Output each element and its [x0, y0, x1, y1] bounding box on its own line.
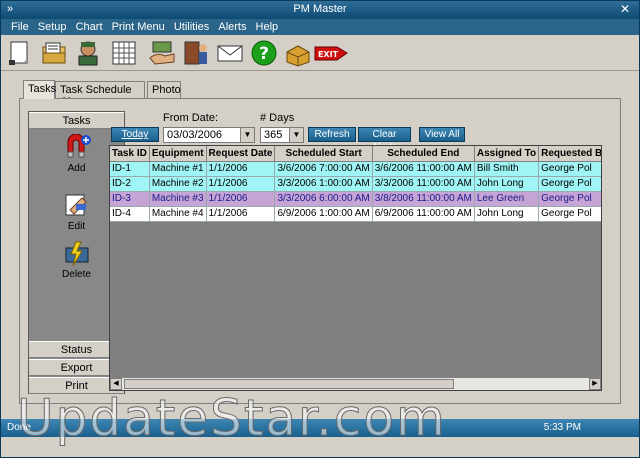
table-cell: ID-3 [110, 191, 150, 207]
column-header[interactable]: Scheduled End [372, 146, 475, 162]
table-cell: ID-1 [110, 161, 150, 177]
delete-lightning-icon [65, 241, 88, 267]
table-cell: Machine #2 [149, 176, 207, 192]
table-cell: Lee Green [474, 191, 540, 207]
status-time: 5:33 PM [543, 422, 581, 433]
window-title: PM Master [293, 3, 347, 15]
table-cell: 3/6/2006 7:00:00 AM [274, 161, 373, 177]
days-select[interactable]: 365 ▼ [260, 127, 304, 143]
nav-header-tasks[interactable]: Tasks [29, 112, 124, 129]
menu-file[interactable]: File [11, 19, 29, 35]
table-cell: 3/8/2006 11:00:00 AM [372, 191, 475, 207]
close-icon[interactable]: ✕ [617, 2, 633, 17]
table-cell: George Pol [538, 161, 601, 177]
watermark: UpdateStar.com [17, 389, 447, 448]
table-row[interactable]: ID-4 Machine #4 1/1/2006 6/9/2006 1:00:00 A… [110, 206, 601, 222]
envelope-icon[interactable] [215, 38, 245, 68]
toolbox-icon[interactable] [283, 38, 313, 68]
view-all-button[interactable]: View All [419, 127, 465, 142]
scroll-thumb[interactable] [124, 379, 454, 389]
calendar-grid-icon[interactable] [109, 38, 139, 68]
today-button[interactable]: Today [111, 127, 159, 142]
menu-chart[interactable]: Chart [76, 19, 103, 35]
new-document-icon[interactable] [5, 38, 35, 68]
tasks-table: Task ID Equipment Request Date Scheduled St… [110, 146, 601, 222]
from-date-input[interactable]: 03/03/2006 ▼ [163, 127, 255, 143]
days-value: 365 [264, 129, 283, 141]
menu-help[interactable]: Help [256, 19, 279, 35]
tab-tasks[interactable]: Tasks [23, 80, 56, 99]
column-header[interactable]: Request Date [206, 146, 276, 162]
exit-icon[interactable]: EXIT [313, 38, 349, 68]
chevron-down-icon[interactable]: ▼ [289, 128, 303, 142]
table-cell: 3/3/2006 1:00:00 AM [274, 176, 373, 192]
table-cell: 3/3/2006 11:00:00 AM [372, 176, 475, 192]
column-header[interactable]: Assigned To [474, 146, 540, 162]
table-header-row: Task ID Equipment Request Date Scheduled St… [110, 146, 601, 162]
column-header[interactable]: Requested By [538, 146, 601, 162]
table-row[interactable]: ID-3 Machine #3 1/1/2006 3/3/2006 6:00:00 A… [110, 191, 601, 207]
menu-bar: File Setup Chart Print Menu Utilities Al… [1, 19, 639, 35]
menu-utilities[interactable]: Utilities [174, 19, 209, 35]
table-cell: 6/9/2006 11:00:00 AM [372, 206, 475, 222]
clear-alerts-button[interactable]: Clear Alerts [358, 127, 411, 153]
table-cell: Machine #4 [149, 206, 207, 222]
help-icon[interactable]: ? [249, 38, 279, 68]
table-cell: 1/1/2006 [206, 161, 276, 177]
table-cell: John Long [474, 176, 540, 192]
open-folder-icon[interactable] [39, 38, 69, 68]
table-row[interactable]: ID-2 Machine #2 1/1/2006 3/3/2006 1:00:00 A… [110, 176, 601, 192]
table-cell: John Long [474, 206, 540, 222]
scroll-right-icon[interactable]: ▶ [589, 378, 601, 390]
days-label: # Days [260, 112, 295, 124]
tasks-grid: Task ID Equipment Request Date Scheduled St… [109, 145, 602, 391]
chevron-down-icon[interactable]: ▼ [240, 128, 254, 142]
table-cell: George Pol [538, 176, 601, 192]
menu-setup[interactable]: Setup [38, 19, 67, 35]
tab-photo[interactable]: Photo [147, 81, 181, 99]
svg-text:?: ? [259, 44, 269, 64]
table-cell: Machine #3 [149, 191, 207, 207]
table-row[interactable]: ID-1 Machine #1 1/1/2006 3/6/2006 7:00:00 A… [110, 161, 601, 177]
exit-label: EXIT [318, 50, 339, 59]
column-header[interactable]: Equipment [149, 146, 207, 162]
menu-alerts[interactable]: Alerts [218, 19, 246, 35]
table-cell: ID-2 [110, 176, 150, 192]
menu-print[interactable]: Print Menu [112, 19, 165, 35]
title-bar: » PM Master ✕ [1, 1, 639, 19]
add-magnet-icon [67, 134, 91, 158]
table-cell: Bill Smith [474, 161, 540, 177]
from-date-value: 03/03/2006 [167, 129, 223, 141]
toolbar: ? EXIT [1, 35, 639, 71]
table-cell: 1/1/2006 [206, 206, 276, 222]
column-header[interactable]: Scheduled Start [274, 146, 373, 162]
refresh-button[interactable]: Refresh [308, 127, 356, 142]
table-cell: George Pol [538, 191, 601, 207]
table-cell: 3/6/2006 11:00:00 AM [372, 161, 475, 177]
column-header[interactable]: Task ID [110, 146, 150, 162]
table-cell: 3/3/2006 6:00:00 AM [274, 191, 373, 207]
table-cell: Machine #1 [149, 161, 207, 177]
hand-money-icon[interactable] [147, 38, 177, 68]
table-cell: ID-4 [110, 206, 150, 222]
app-window: » PM Master ✕ File Setup Chart Print Men… [0, 0, 640, 458]
door-person-icon[interactable] [181, 38, 211, 68]
table-cell: 6/9/2006 1:00:00 AM [274, 206, 373, 222]
mechanic-icon[interactable] [73, 38, 103, 68]
table-cell: George Pol [538, 206, 601, 222]
from-date-label: From Date: [163, 112, 219, 124]
tab-task-schedule-chart[interactable]: Task Schedule Chart [55, 81, 145, 108]
table-cell: 1/1/2006 [206, 191, 276, 207]
table-cell: 1/1/2006 [206, 176, 276, 192]
edit-hand-icon [65, 194, 87, 216]
